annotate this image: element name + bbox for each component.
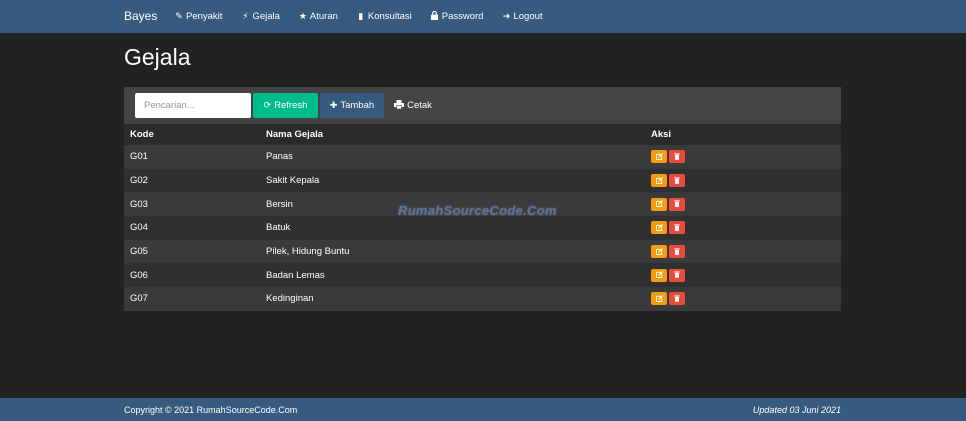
table-row: G05 Pilek, Hidung Buntu <box>124 239 841 264</box>
data-panel: ⟳ Refresh ✚ Tambah Cetak Kode Nama Gejal… <box>124 87 841 311</box>
brand-link[interactable]: Bayes <box>124 9 157 23</box>
trash-icon <box>674 177 680 184</box>
trash-icon <box>674 248 680 255</box>
edit-button[interactable] <box>651 292 667 306</box>
add-label: Tambah <box>340 100 375 111</box>
cell-kode: G06 <box>124 263 260 288</box>
nav-item-label: Penyakit <box>186 11 223 22</box>
nav-item-konsultasi[interactable]: ▮ Konsultasi <box>356 11 412 22</box>
refresh-icon: ⟳ <box>263 100 272 110</box>
edit-icon <box>655 176 663 184</box>
table-row: G02 Sakit Kepala <box>124 168 841 193</box>
add-button[interactable]: ✚ Tambah <box>320 93 384 118</box>
edit-button[interactable] <box>651 174 667 188</box>
nav-item-label: Gejala <box>252 11 280 22</box>
lock-icon <box>430 10 440 22</box>
nav-item-password[interactable]: Password <box>430 10 484 22</box>
toolbar: ⟳ Refresh ✚ Tambah Cetak <box>124 87 841 124</box>
table-header-row: Kode Nama Gejala Aksi <box>124 124 841 145</box>
cell-aksi <box>645 216 841 240</box>
bar-chart-icon: ▮ <box>358 11 364 21</box>
delete-button[interactable] <box>669 221 685 235</box>
top-navbar: Bayes ✎ Penyakit ⚡ Gejala ★ Aturan ▮ Kon… <box>0 0 966 33</box>
nav-item-label: Logout <box>513 11 543 22</box>
refresh-button[interactable]: ⟳ Refresh <box>253 93 318 118</box>
pin-icon: ✎ <box>175 11 183 21</box>
nav-item-penyakit[interactable]: ✎ Penyakit <box>174 11 222 22</box>
cell-aksi <box>645 287 841 311</box>
delete-button[interactable] <box>669 292 685 306</box>
star-icon: ★ <box>298 11 307 21</box>
table-row: G04 Batuk <box>124 216 841 240</box>
page-title: Gejala <box>124 44 191 70</box>
cell-kode: G03 <box>124 192 260 217</box>
cell-kode: G04 <box>124 216 260 240</box>
edit-button[interactable] <box>651 221 667 235</box>
nav-item-logout[interactable]: ➜ Logout <box>501 11 543 22</box>
edit-button[interactable] <box>651 150 667 164</box>
cell-kode: G05 <box>124 239 260 264</box>
search-input[interactable] <box>135 93 251 118</box>
edit-icon <box>655 200 663 208</box>
bolt-icon: ⚡ <box>242 11 249 21</box>
edit-icon <box>655 153 663 160</box>
copyright-text: Copyright © 2021 RumahSourceCode.Com <box>124 405 298 415</box>
refresh-label: Refresh <box>274 100 308 111</box>
cell-nama-gejala: Kedinginan <box>260 287 645 311</box>
edit-icon <box>655 295 663 303</box>
cell-aksi <box>645 192 841 217</box>
updated-text: Updated 03 Juni 2021 <box>752 405 841 415</box>
cell-nama-gejala: Badan Lemas <box>260 263 645 288</box>
table-row: G01 Panas <box>124 145 841 169</box>
trash-icon <box>674 224 680 231</box>
nav-item-label: Aturan <box>309 11 338 22</box>
header-aksi: Aksi <box>645 124 841 145</box>
trash-icon <box>674 200 680 208</box>
edit-button[interactable] <box>651 197 667 211</box>
delete-button[interactable] <box>669 245 685 259</box>
cell-aksi <box>645 145 841 169</box>
watermark-text: RumahSourceCode.Com <box>398 203 557 218</box>
nav-menu: ✎ Penyakit ⚡ Gejala ★ Aturan ▮ Konsultas… <box>174 10 561 22</box>
print-icon <box>394 100 405 111</box>
cell-kode: G07 <box>124 287 260 311</box>
cell-kode: G02 <box>124 168 260 193</box>
trash-icon <box>674 153 680 160</box>
nav-item-gejala[interactable]: ⚡ Gejala <box>240 11 280 22</box>
print-button[interactable]: Cetak <box>390 93 436 118</box>
print-label: Cetak <box>407 100 432 111</box>
cell-nama-gejala: Pilek, Hidung Buntu <box>260 239 645 264</box>
nav-item-aturan[interactable]: ★ Aturan <box>298 11 338 22</box>
cell-nama-gejala: Panas <box>260 145 645 169</box>
edit-button[interactable] <box>651 268 667 282</box>
cell-aksi <box>645 263 841 288</box>
nav-item-label: Password <box>441 11 484 22</box>
delete-button[interactable] <box>669 150 685 164</box>
edit-icon <box>655 247 663 255</box>
trash-icon <box>674 295 680 302</box>
header-nama-gejala: Nama Gejala <box>260 124 645 145</box>
trash-icon <box>674 271 680 279</box>
logout-icon: ➜ <box>502 11 511 21</box>
edit-icon <box>655 224 663 232</box>
table-row: G06 Badan Lemas <box>124 263 841 288</box>
nav-item-label: Konsultasi <box>367 11 412 22</box>
footer: Copyright © 2021 RumahSourceCode.Com Upd… <box>0 398 966 421</box>
delete-button[interactable] <box>669 268 685 282</box>
plus-icon: ✚ <box>329 100 338 110</box>
delete-button[interactable] <box>669 197 685 211</box>
header-kode: Kode <box>124 124 260 145</box>
edit-icon <box>655 271 663 279</box>
edit-button[interactable] <box>651 245 667 259</box>
cell-aksi <box>645 168 841 193</box>
cell-nama-gejala: Batuk <box>260 216 645 240</box>
delete-button[interactable] <box>669 174 685 188</box>
cell-kode: G01 <box>124 145 260 169</box>
cell-nama-gejala: Sakit Kepala <box>260 168 645 193</box>
cell-aksi <box>645 239 841 264</box>
table-row: G07 Kedinginan <box>124 287 841 311</box>
